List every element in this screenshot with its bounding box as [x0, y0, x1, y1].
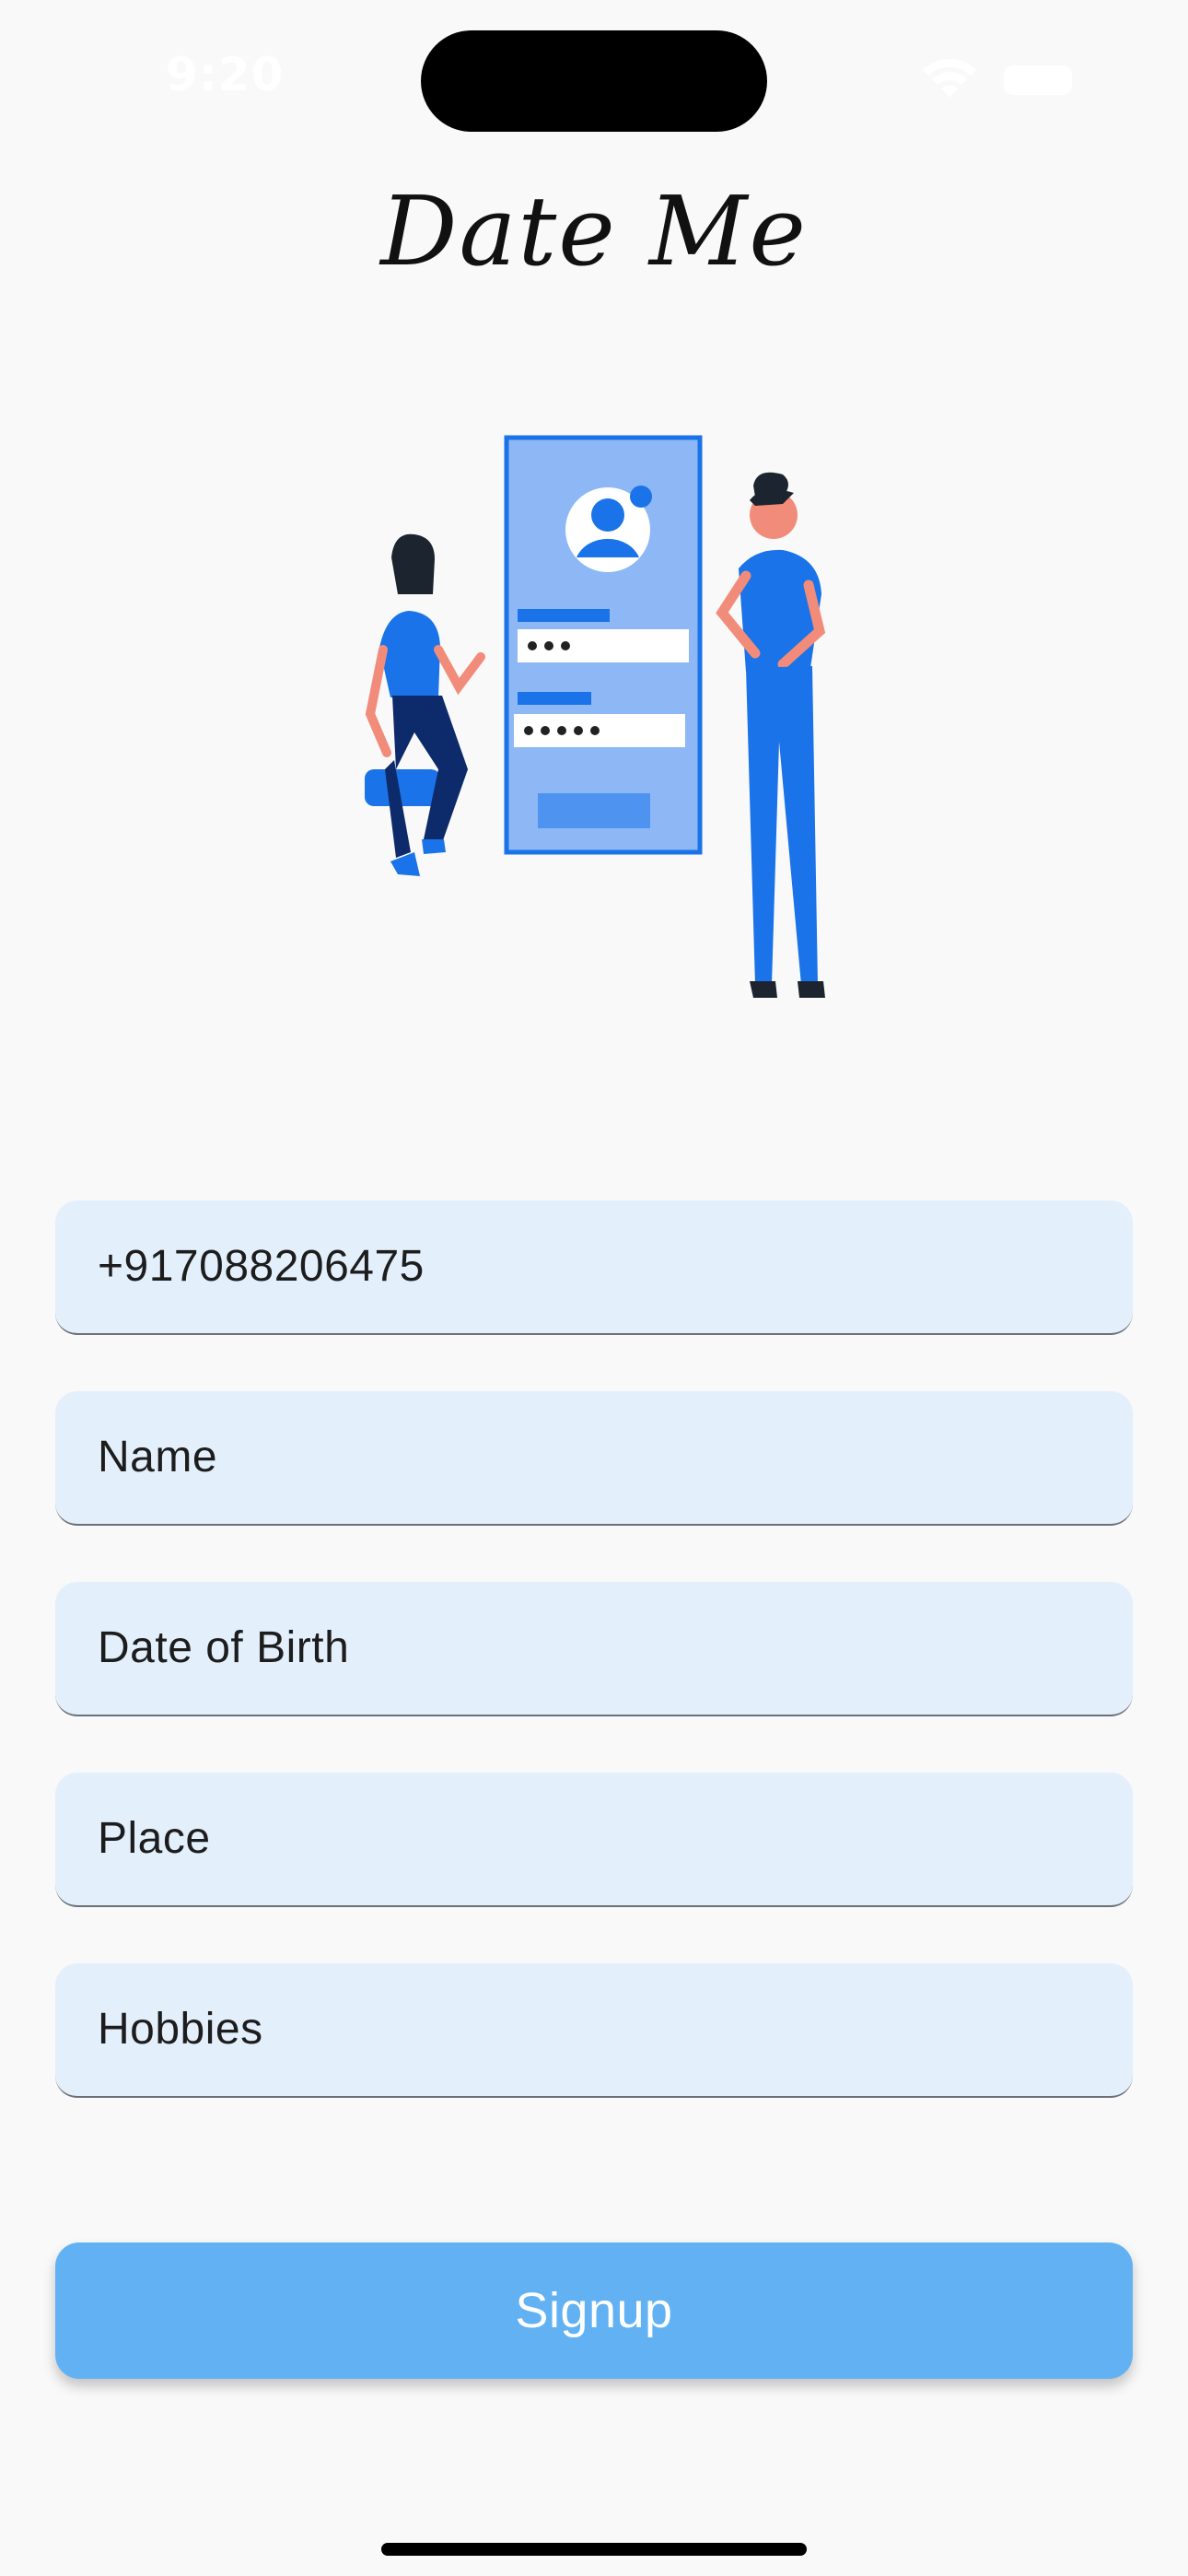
home-indicator: [381, 2543, 807, 2556]
signup-illustration: [365, 435, 826, 998]
hobbies-field-placeholder: Hobbies: [98, 2005, 263, 2054]
phone-field[interactable]: +917088206475: [55, 1200, 1133, 1335]
app-title: Date Me: [380, 175, 808, 287]
signup-button[interactable]: Signup: [55, 2242, 1133, 2379]
hobbies-field[interactable]: Hobbies: [55, 1963, 1133, 2098]
dynamic-island: [421, 30, 767, 132]
phone-field-value: +917088206475: [98, 1242, 425, 1291]
place-field[interactable]: Place: [55, 1773, 1133, 1907]
date-of-birth-field[interactable]: Date of Birth: [55, 1582, 1133, 1716]
name-field[interactable]: Name: [55, 1391, 1133, 1526]
wifi-icon: [923, 58, 976, 98]
place-field-placeholder: Place: [98, 1814, 211, 1863]
date-of-birth-field-placeholder: Date of Birth: [98, 1623, 350, 1672]
status-time: 9:20: [166, 48, 285, 101]
status-bar: 9:20: [0, 0, 1188, 157]
name-field-placeholder: Name: [98, 1433, 218, 1481]
signup-button-label: Signup: [515, 2283, 673, 2338]
battery-icon: [1004, 65, 1072, 95]
